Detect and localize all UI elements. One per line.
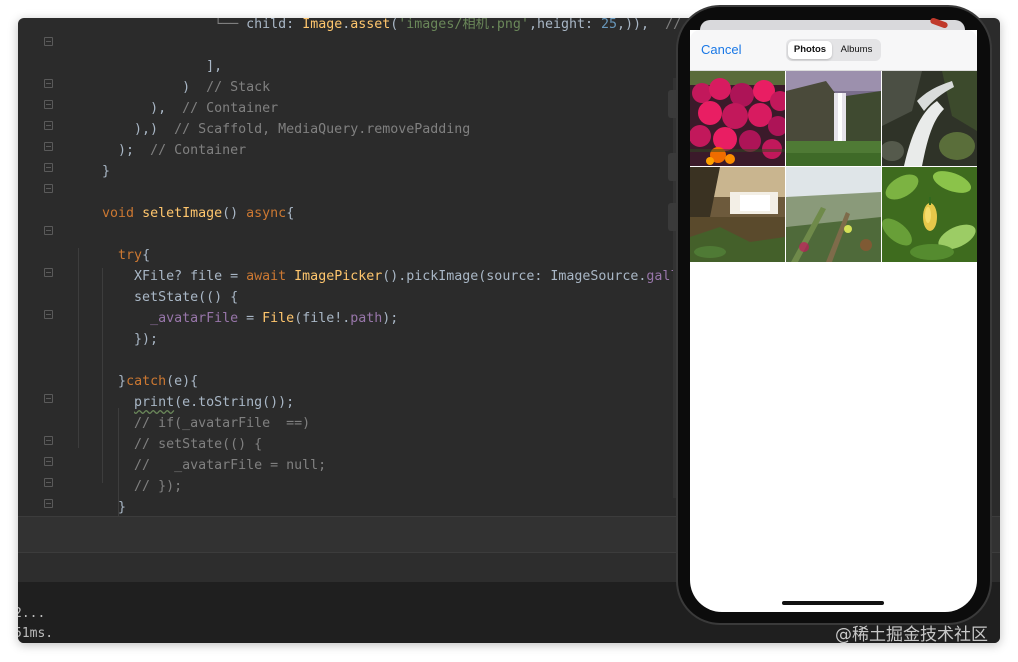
- code-line: try{: [118, 248, 151, 263]
- code-line: print(e.toString());: [134, 395, 295, 410]
- code-line: ],: [206, 59, 223, 74]
- photo-thumbnail-waterfall-cliff[interactable]: [786, 71, 881, 166]
- code-line: └── child: Image.asset('images/相机.png',h…: [214, 18, 705, 32]
- photo-thumbnail-pink-flowers[interactable]: [690, 71, 785, 166]
- fold-marker-icon[interactable]: [44, 37, 53, 46]
- editor-gutter: [18, 18, 62, 518]
- fold-marker-icon[interactable]: [44, 436, 53, 445]
- code-line: // if(_avatarFile ==): [134, 416, 311, 431]
- fold-marker-icon[interactable]: [44, 184, 53, 193]
- indent-guide: [102, 268, 103, 483]
- code-line: // setState(() {: [134, 437, 263, 452]
- photos-segment[interactable]: Photos: [788, 41, 832, 59]
- watermark-text: @稀土掘金技术社区: [835, 625, 988, 645]
- photo-thumbnail-coastal-plants[interactable]: [786, 167, 881, 262]
- console-line: 51ms.: [18, 626, 54, 641]
- indent-guide: [118, 408, 119, 518]
- code-line: ); // Container: [118, 143, 247, 158]
- fold-marker-icon[interactable]: [44, 394, 53, 403]
- code-line: // _avatarFile = null;: [134, 458, 327, 473]
- code-line: ) // Stack: [182, 80, 271, 95]
- code-line: ),) // Scaffold, MediaQuery.removePaddin…: [134, 122, 471, 137]
- fold-marker-icon[interactable]: [44, 79, 53, 88]
- fold-marker-icon[interactable]: [44, 310, 53, 319]
- fold-marker-icon[interactable]: [44, 226, 53, 235]
- code-line: }catch(e){: [118, 374, 199, 389]
- code-line: void seletImage() async{: [102, 206, 295, 221]
- code-line: XFile? file = await ImagePicker().pickIm…: [134, 269, 710, 284]
- albums-segment[interactable]: Albums: [834, 41, 879, 59]
- fold-marker-icon[interactable]: [44, 100, 53, 109]
- fold-marker-icon[interactable]: [44, 142, 53, 151]
- photo-picker-screen: Cancel Photos Albums: [690, 30, 977, 612]
- photos-albums-segmented-control[interactable]: Photos Albums: [786, 39, 881, 61]
- photo-thumbnail-green-leaves[interactable]: [882, 167, 977, 262]
- fold-marker-icon[interactable]: [44, 163, 53, 172]
- code-line: }: [102, 164, 111, 179]
- picker-header: Cancel Photos Albums: [690, 30, 977, 71]
- fold-marker-icon[interactable]: [44, 499, 53, 508]
- console-line: 2...: [18, 606, 46, 621]
- photo-thumbnail-waterfall-rocks[interactable]: [882, 71, 977, 166]
- photo-thumbnail-waterfall-valley[interactable]: [690, 167, 785, 262]
- code-line: setState(() {: [134, 290, 239, 305]
- code-line: _avatarFile = File(file!.path);: [150, 311, 399, 326]
- code-line: ), // Container: [150, 101, 279, 116]
- fold-marker-icon[interactable]: [44, 457, 53, 466]
- home-indicator: [782, 601, 884, 605]
- code-line: });: [134, 332, 159, 347]
- fold-marker-icon[interactable]: [44, 268, 53, 277]
- indent-guide: [78, 248, 79, 448]
- code-line: // });: [134, 479, 183, 494]
- cancel-button[interactable]: Cancel: [701, 42, 741, 57]
- fold-marker-icon[interactable]: [44, 478, 53, 487]
- code-area[interactable]: └── child: Image.asset('images/相机.png',h…: [70, 18, 710, 536]
- fold-marker-icon[interactable]: [44, 121, 53, 130]
